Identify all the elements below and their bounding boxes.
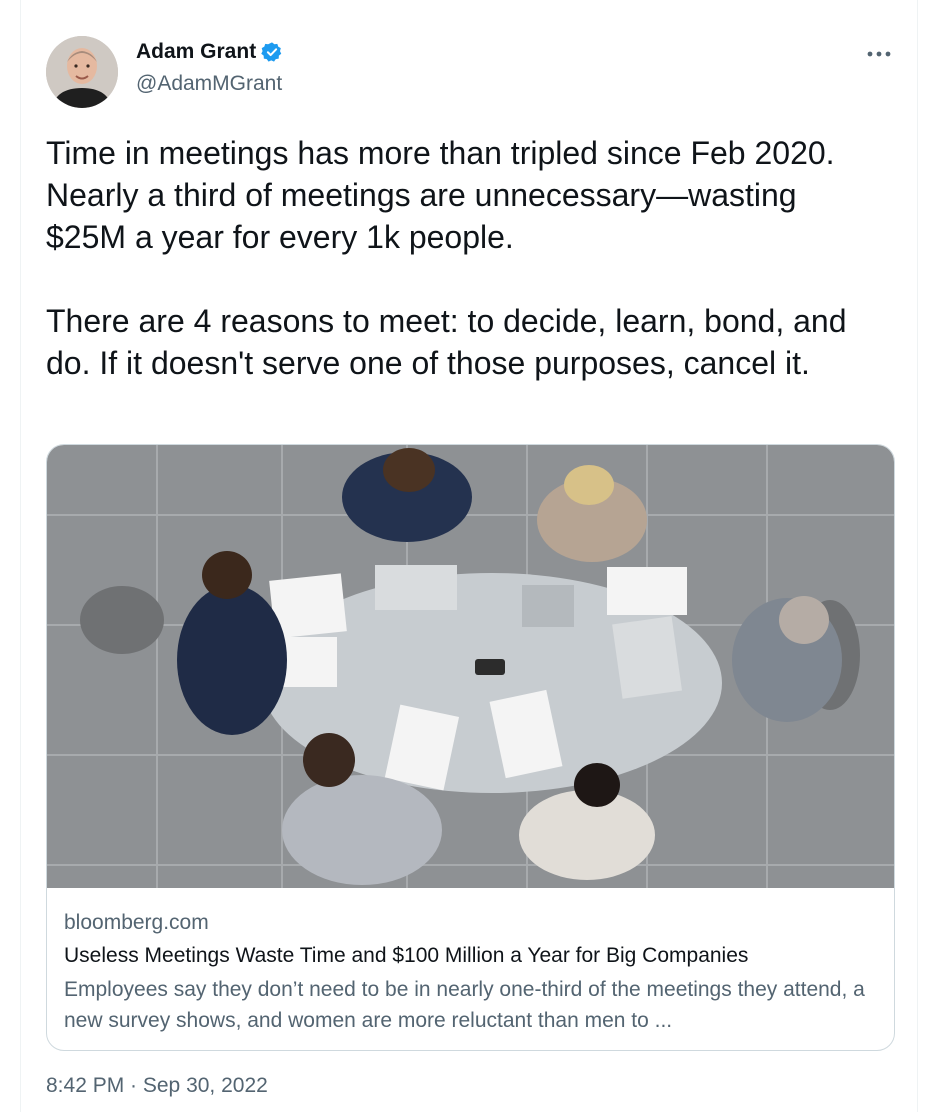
author-avatar[interactable] [46,36,118,108]
tweet-article: Adam Grant @AdamMGrant Time in meetings … [20,0,918,1112]
author-name[interactable]: Adam Grant [136,40,256,64]
author-name-row: Adam Grant [136,40,283,64]
link-card-image [47,445,894,888]
more-options-icon[interactable] [863,38,895,70]
tweet-timestamp[interactable]: 8:42 PM · Sep 30, 2022 [46,1074,268,1098]
verified-badge-icon [261,41,283,63]
link-card-domain: bloomberg.com [64,911,209,934]
link-card[interactable]: bloomberg.com Useless Meetings Waste Tim… [46,444,895,1051]
link-card-title: Useless Meetings Waste Time and $100 Mil… [64,944,749,967]
link-card-meta: bloomberg.com Useless Meetings Waste Tim… [64,908,879,1036]
link-card-description: Employees say they don’t need to be in n… [64,978,865,1032]
author-handle[interactable]: @AdamMGrant [136,72,282,96]
tweet-text: Time in meetings has more than tripled s… [46,135,847,381]
